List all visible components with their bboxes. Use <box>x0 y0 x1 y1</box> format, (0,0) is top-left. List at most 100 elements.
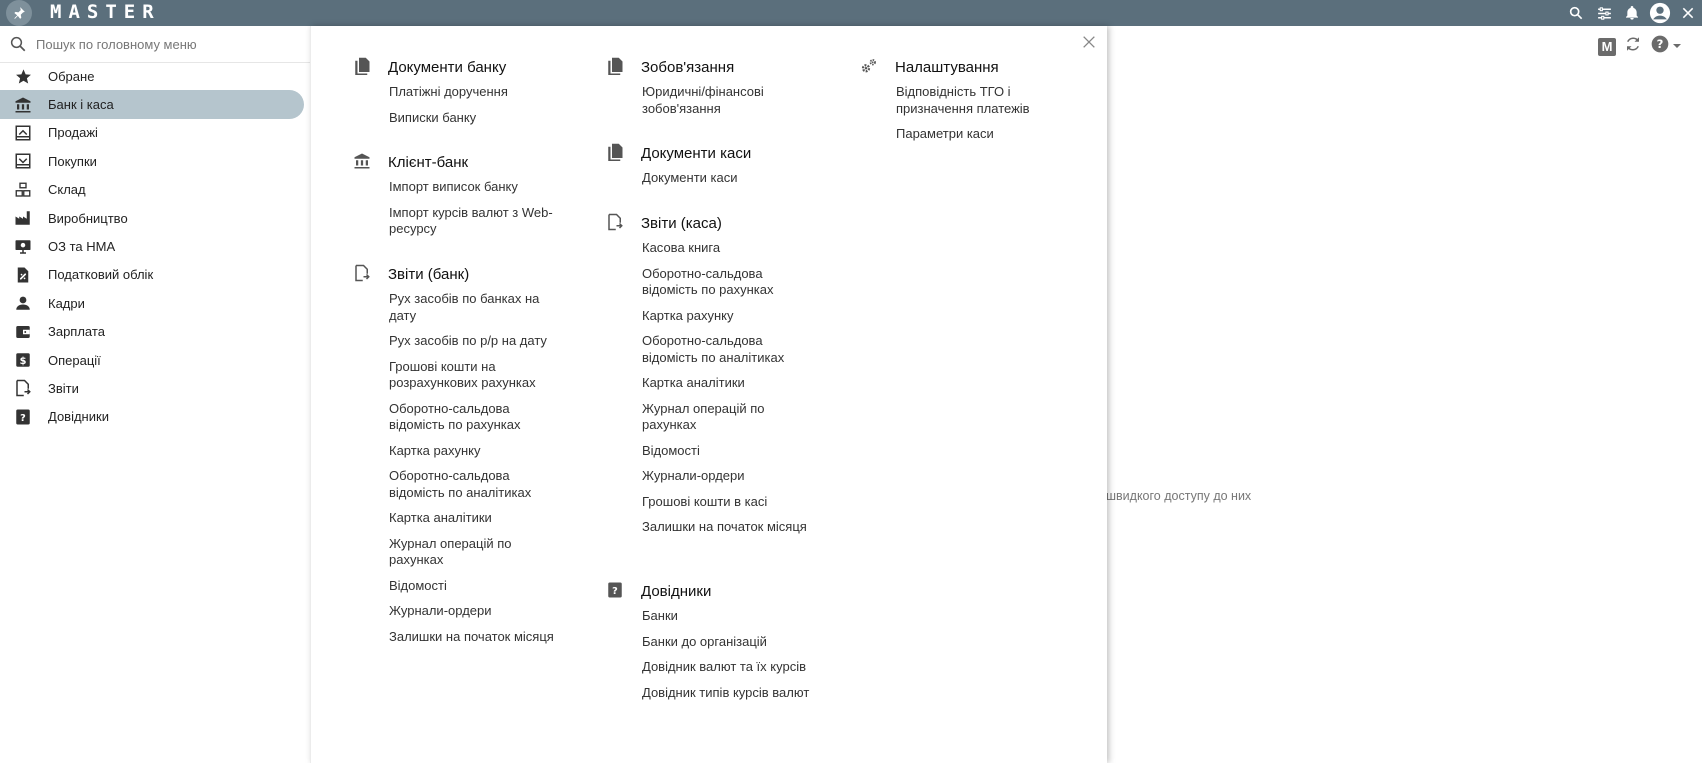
menu-group-title: Документи каси <box>641 145 752 162</box>
sidebar-item-label: Виробництво <box>48 210 128 226</box>
menu-item[interactable]: Грошові кошти в касі <box>642 494 817 511</box>
menu-item[interactable]: Залишки на початок місяця <box>389 629 564 646</box>
sidebar-item-salary[interactable]: Зарплата <box>0 318 304 346</box>
menu-group-title: Довідники <box>641 583 712 600</box>
sidebar-item-label: Зарплата <box>48 324 105 340</box>
menu-item[interactable]: Журнали-ордери <box>642 468 817 485</box>
menu-item[interactable]: Рух засобів по р/р на дату <box>389 333 564 350</box>
bank-icon <box>353 152 371 170</box>
bank-menu-panel: Документи банку Платіжні доручення Випис… <box>310 26 1107 763</box>
reports-icon <box>353 264 371 282</box>
sidebar-item-bank-and-cash[interactable]: Банк і каса <box>0 90 304 119</box>
menu-item[interactable]: Параметри каси <box>896 126 1071 143</box>
menu-item[interactable]: Журнали-ордери <box>389 603 564 620</box>
menu-item[interactable]: Касова книга <box>642 240 817 257</box>
sidebar-item-warehouse[interactable]: Склад <box>0 176 304 204</box>
menu-item[interactable]: Відомості <box>642 443 817 460</box>
person-icon <box>13 293 33 313</box>
menu-item[interactable]: Картка рахунку <box>389 443 564 460</box>
menu-item[interactable]: Юридичні/фінансові зобов'язання <box>642 84 817 117</box>
menu-group-title: Документи банку <box>388 59 507 76</box>
pin-icon[interactable] <box>6 0 32 26</box>
menu-item[interactable]: Картка рахунку <box>642 308 817 325</box>
sidebar-item-label: Довідники <box>48 409 109 425</box>
menu-item[interactable]: Довідник валют та їх курсів <box>642 659 817 676</box>
toolbar-right: M ? <box>1598 34 1682 59</box>
dropdown-icon[interactable] <box>1672 38 1682 56</box>
star-icon <box>13 66 33 86</box>
empty-state-text: швидкого доступу до них <box>1106 489 1252 503</box>
close-icon[interactable] <box>1674 0 1702 26</box>
menu-item[interactable]: Оборотно-сальдова відомість по рахунках <box>389 401 564 434</box>
menu-item[interactable]: Журнал операцій по рахунках <box>389 536 564 569</box>
account-icon[interactable] <box>1646 0 1674 26</box>
menu-item[interactable]: Рух засобів по банках на дату <box>389 291 564 324</box>
tune-icon[interactable] <box>1590 0 1618 26</box>
factory-icon <box>13 208 33 228</box>
dollar-icon: $ <box>13 350 33 370</box>
bell-icon[interactable] <box>1618 0 1646 26</box>
m-icon[interactable]: M <box>1598 37 1616 56</box>
menu-item[interactable]: Банки до організацій <box>642 634 817 651</box>
sidebar-item-label: Банк і каса <box>48 97 114 113</box>
menu-item[interactable]: Документи каси <box>642 170 817 187</box>
menu-item[interactable]: Журнал операцій по рахунках <box>642 401 817 434</box>
menu-item[interactable]: Імпорт курсів валют з Web-ресурсу <box>389 205 564 238</box>
close-icon[interactable] <box>1081 34 1099 52</box>
sidebar-item-label: Звіти <box>48 380 79 396</box>
menu-item[interactable]: Імпорт виписок банку <box>389 179 564 196</box>
sidebar-item-reports[interactable]: Звіти <box>0 374 304 402</box>
search-icon[interactable] <box>1562 0 1590 26</box>
help-book-icon: ? <box>13 407 33 427</box>
search-icon <box>9 35 27 58</box>
refresh-icon[interactable] <box>1624 35 1642 58</box>
menu-item[interactable]: Платіжні доручення <box>389 84 564 101</box>
menu-item[interactable]: Банки <box>642 608 817 625</box>
help-icon[interactable]: ? <box>1650 34 1670 59</box>
svg-text:?: ? <box>1657 37 1664 51</box>
sidebar-item-label: Операції <box>48 352 101 368</box>
sidebar: Обране Банк і каса Продажі Покупки Склад… <box>0 26 310 763</box>
menu-item[interactable]: Виписки банку <box>389 110 564 127</box>
menu-group-title: Звіти (банк) <box>388 266 470 283</box>
sidebar-item-purchases[interactable]: Покупки <box>0 147 304 175</box>
documents-icon <box>606 57 624 75</box>
purchases-icon <box>13 151 33 171</box>
sales-icon <box>13 123 33 143</box>
menu-item[interactable]: Картка аналітики <box>642 375 817 392</box>
sidebar-item-directories[interactable]: ? Довідники <box>0 403 304 431</box>
assets-icon <box>13 237 33 257</box>
reports-icon <box>13 378 33 398</box>
sidebar-item-tax[interactable]: Податковий облік <box>0 261 304 289</box>
menu-item[interactable]: Оборотно-сальдова відомість по аналітика… <box>642 333 817 366</box>
sidebar-item-label: Склад <box>48 182 86 198</box>
menu-group-title: Зобов'язання <box>641 59 735 76</box>
search-bar <box>0 26 310 63</box>
menu-group-title: Клієнт-банк <box>388 154 469 171</box>
svg-text:?: ? <box>20 413 26 424</box>
reports-icon <box>606 213 624 231</box>
menu-item[interactable]: Залишки на початок місяця <box>642 519 817 536</box>
sidebar-item-operations[interactable]: $ Операції <box>0 346 304 374</box>
menu-item[interactable]: Відповідність ТГО і призначення платежів <box>896 84 1071 117</box>
sidebar-item-hr[interactable]: Кадри <box>0 289 304 317</box>
help-book-icon: ? <box>606 581 624 599</box>
documents-icon <box>606 143 624 161</box>
sidebar-item-sales[interactable]: Продажі <box>0 119 304 147</box>
top-bar: MASTER <box>0 0 1702 26</box>
wallet-icon <box>13 322 33 342</box>
menu-item[interactable]: Оборотно-сальдова відомість по рахунках <box>642 266 817 299</box>
sidebar-item-fixed-assets[interactable]: ОЗ та НМА <box>0 232 304 260</box>
menu-item[interactable]: Відомості <box>389 578 564 595</box>
svg-text:?: ? <box>612 586 618 597</box>
sidebar-item-favorites[interactable]: Обране <box>0 62 304 90</box>
sidebar-item-label: ОЗ та НМА <box>48 239 116 255</box>
menu-item[interactable]: Оборотно-сальдова відомість по аналітика… <box>389 468 564 501</box>
search-input[interactable] <box>36 34 296 54</box>
menu-item[interactable]: Довідник типів курсів валют <box>642 685 817 702</box>
documents-icon <box>353 57 371 75</box>
menu-item[interactable]: Картка аналітики <box>389 510 564 527</box>
menu-item[interactable]: Грошові кошти на розрахункових рахунках <box>389 359 564 392</box>
sidebar-nav: Обране Банк і каса Продажі Покупки Склад… <box>0 62 310 431</box>
sidebar-item-production[interactable]: Виробництво <box>0 204 304 232</box>
